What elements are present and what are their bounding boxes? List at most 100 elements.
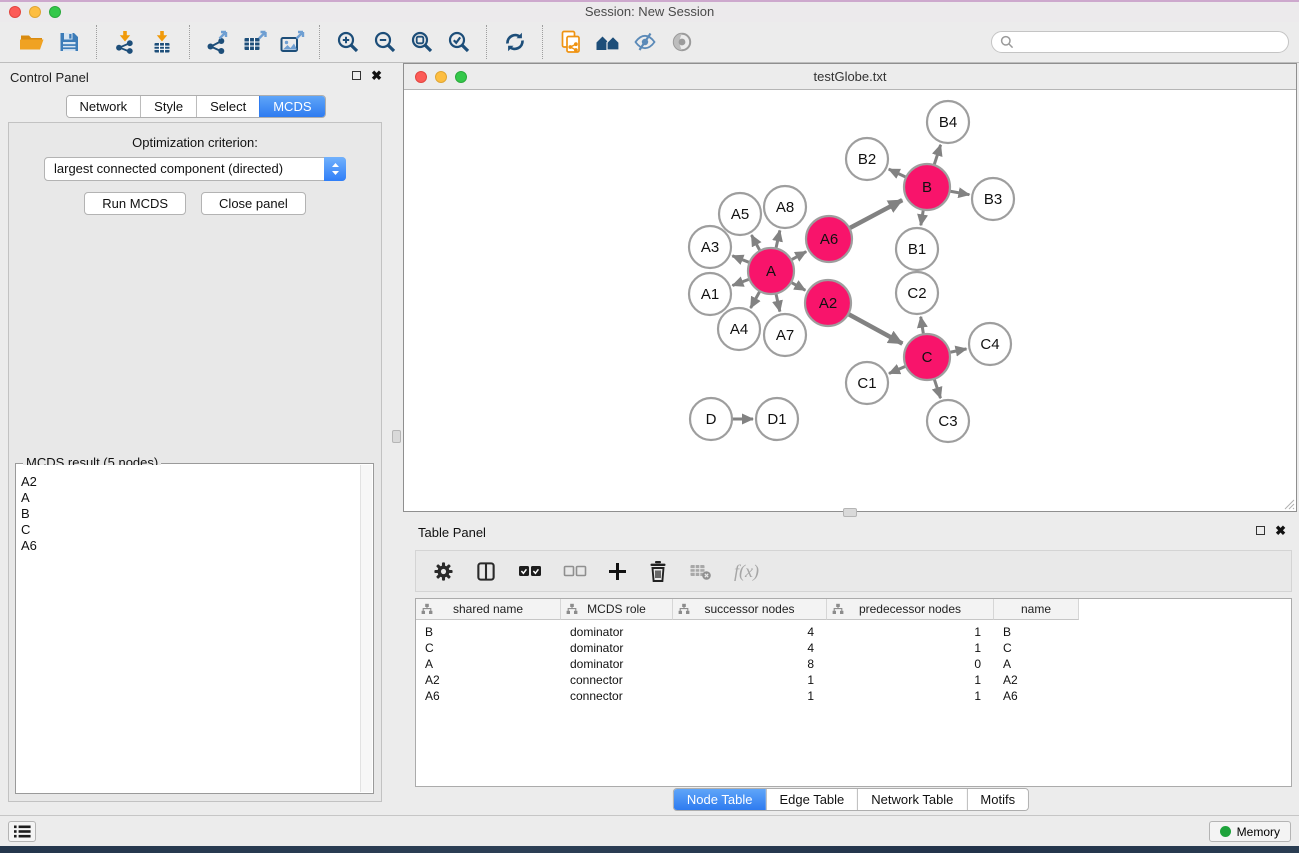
- column-header-name[interactable]: name: [994, 599, 1079, 620]
- graph-node-C2[interactable]: C2: [896, 272, 938, 314]
- network-from-selection-button[interactable]: [552, 26, 589, 58]
- criterion-dropdown[interactable]: largest connected component (directed): [44, 157, 346, 181]
- table-cell[interactable]: A: [416, 656, 561, 672]
- column-header-predecessor-nodes[interactable]: predecessor nodes: [827, 599, 994, 620]
- deselect-all-button[interactable]: [563, 564, 587, 578]
- table-cell[interactable]: A2: [994, 672, 1079, 688]
- mcds-result-item[interactable]: B: [17, 506, 359, 522]
- graph-edge-A2-C[interactable]: [848, 314, 902, 344]
- window-resize-grip[interactable]: [1284, 499, 1295, 510]
- graph-edge-B-B1[interactable]: [921, 210, 924, 226]
- float-panel-icon[interactable]: [1256, 526, 1265, 535]
- graph-node-A7[interactable]: A7: [764, 314, 806, 356]
- add-column-button[interactable]: [608, 562, 627, 581]
- float-panel-icon[interactable]: [352, 71, 361, 80]
- table-cell[interactable]: dominator: [561, 640, 673, 656]
- table-settings-button[interactable]: [433, 561, 454, 582]
- graph-node-B1[interactable]: B1: [896, 228, 938, 270]
- tab-motifs[interactable]: Motifs: [966, 789, 1028, 810]
- graph-edge-A-A7[interactable]: [776, 293, 780, 311]
- table-cell[interactable]: dominator: [561, 624, 673, 640]
- graph-edge-B-B4[interactable]: [934, 145, 941, 165]
- minimize-view-button[interactable]: [435, 71, 447, 83]
- graph-node-D[interactable]: D: [690, 398, 732, 440]
- graph-node-A4[interactable]: A4: [718, 308, 760, 350]
- graph-node-C3[interactable]: C3: [927, 400, 969, 442]
- task-history-button[interactable]: [8, 821, 36, 842]
- close-panel-icon[interactable]: ✖: [1275, 525, 1286, 536]
- home-button[interactable]: [589, 26, 626, 58]
- graph-node-C4[interactable]: C4: [969, 323, 1011, 365]
- graph-edge-C-C2[interactable]: [921, 317, 924, 335]
- table-cell[interactable]: A: [994, 656, 1079, 672]
- table-cell[interactable]: 1: [827, 688, 994, 704]
- table-cell[interactable]: A6: [994, 688, 1079, 704]
- table-cell[interactable]: dominator: [561, 656, 673, 672]
- open-session-button[interactable]: [13, 26, 50, 58]
- run-mcds-button[interactable]: Run MCDS: [84, 192, 186, 215]
- graph-node-D1[interactable]: D1: [756, 398, 798, 440]
- graph-node-A6[interactable]: A6: [806, 216, 852, 262]
- zoom-selected-button[interactable]: [440, 26, 477, 58]
- show-columns-button[interactable]: [475, 561, 497, 582]
- zoom-in-button[interactable]: [329, 26, 366, 58]
- export-network-button[interactable]: [199, 26, 236, 58]
- minimize-window-button[interactable]: [29, 6, 41, 18]
- column-header-shared-name[interactable]: shared name: [416, 599, 561, 620]
- import-table-button[interactable]: [143, 26, 180, 58]
- table-cell[interactable]: 1: [827, 672, 994, 688]
- graph-node-A2[interactable]: A2: [805, 280, 851, 326]
- graph-edge-A-A6[interactable]: [791, 252, 806, 260]
- graph-edge-A6-B[interactable]: [849, 200, 902, 228]
- search-input[interactable]: [1019, 35, 1280, 49]
- maximize-view-button[interactable]: [455, 71, 467, 83]
- table-cell[interactable]: 0: [827, 656, 994, 672]
- table-cell[interactable]: 8: [673, 656, 827, 672]
- zoom-out-button[interactable]: [366, 26, 403, 58]
- graph-edge-A-A4[interactable]: [751, 291, 760, 308]
- graph-edge-A-A2[interactable]: [791, 282, 805, 290]
- table-cell[interactable]: A2: [416, 672, 561, 688]
- vertical-splitter-handle[interactable]: [392, 430, 401, 443]
- close-panel-icon[interactable]: ✖: [371, 70, 382, 81]
- table-cell[interactable]: B: [416, 624, 561, 640]
- close-view-button[interactable]: [415, 71, 427, 83]
- graph-edge-A-A1[interactable]: [732, 279, 749, 285]
- close-panel-button[interactable]: Close panel: [201, 192, 306, 215]
- table-cell[interactable]: connector: [561, 672, 673, 688]
- table-cell[interactable]: C: [994, 640, 1079, 656]
- graph-edge-A-A3[interactable]: [732, 256, 749, 263]
- save-session-button[interactable]: [50, 26, 87, 58]
- table-cell[interactable]: 1: [673, 688, 827, 704]
- column-header-MCDS-role[interactable]: MCDS role: [561, 599, 673, 620]
- tab-style[interactable]: Style: [140, 96, 196, 117]
- export-table-button[interactable]: [236, 26, 273, 58]
- graph-node-A8[interactable]: A8: [764, 186, 806, 228]
- import-network-button[interactable]: [106, 26, 143, 58]
- graph-node-C1[interactable]: C1: [846, 362, 888, 404]
- horizontal-splitter-handle[interactable]: [843, 508, 857, 517]
- table-cell[interactable]: B: [994, 624, 1079, 640]
- tab-edge-table[interactable]: Edge Table: [765, 789, 857, 810]
- hide-graphics-details-button[interactable]: [626, 26, 663, 58]
- delete-column-button[interactable]: [648, 560, 668, 582]
- tab-node-table[interactable]: Node Table: [674, 789, 766, 810]
- graph-node-A[interactable]: A: [748, 248, 794, 294]
- mcds-result-item[interactable]: C: [17, 522, 359, 538]
- graph-edge-C-C3[interactable]: [934, 379, 940, 398]
- graph-node-B2[interactable]: B2: [846, 138, 888, 180]
- graph-edge-A-A5[interactable]: [751, 235, 760, 251]
- graph-node-B[interactable]: B: [904, 164, 950, 210]
- mcds-result-item[interactable]: A2: [17, 474, 359, 490]
- mcds-result-item[interactable]: A: [17, 490, 359, 506]
- apply-layout-button[interactable]: [496, 26, 533, 58]
- table-row[interactable]: Bdominator41B: [416, 624, 1291, 640]
- graph-edge-B-B2[interactable]: [889, 169, 906, 177]
- table-cell[interactable]: A6: [416, 688, 561, 704]
- table-cell[interactable]: 1: [827, 640, 994, 656]
- table-cell[interactable]: 1: [827, 624, 994, 640]
- maximize-window-button[interactable]: [49, 6, 61, 18]
- mcds-result-item[interactable]: A6: [17, 538, 359, 554]
- table-cell[interactable]: 4: [673, 640, 827, 656]
- table-row[interactable]: Adominator80A: [416, 656, 1291, 672]
